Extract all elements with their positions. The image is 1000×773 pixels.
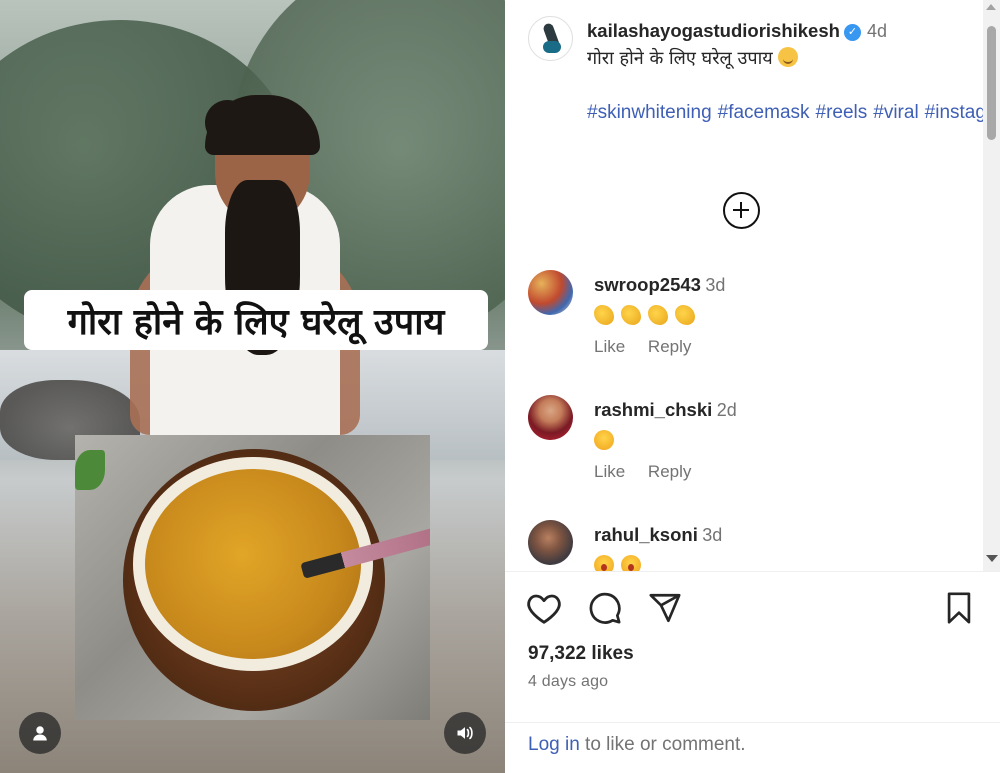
- post-media[interactable]: गोरा होने के लिए घरेलू उपाय: [0, 0, 505, 773]
- speaker-icon: [457, 726, 473, 740]
- post-caption-text: गोरा होने के लिए घरेलू उपाय: [587, 48, 773, 69]
- paper-plane-icon: [649, 593, 681, 623]
- comment-text: [594, 305, 702, 330]
- post-details-panel: kailashayogastudiorishikesh ✓ 4d गोरा होने…: [505, 0, 1000, 773]
- laughing-face-icon: [594, 430, 614, 450]
- clapping-hands-icon: [675, 305, 695, 325]
- clapping-hands-icon: [648, 305, 668, 325]
- verified-badge-icon: ✓: [843, 24, 861, 41]
- user-icon: [33, 726, 47, 741]
- comment-time[interactable]: 3d: [702, 525, 722, 545]
- comment-text: [594, 430, 621, 455]
- clapping-hands-icon: [621, 305, 641, 325]
- commenter-username[interactable]: rahul_ksoni: [594, 524, 698, 545]
- section-divider: [505, 571, 1000, 572]
- comment-like-button[interactable]: Like: [594, 337, 625, 356]
- tagged-users-button[interactable]: [19, 712, 61, 754]
- hashtag-link[interactable]: #facemask: [718, 102, 810, 123]
- comment-item: rahul_ksoni 3d: [505, 520, 975, 571]
- login-link[interactable]: Log in: [528, 734, 580, 755]
- yogi-figure: [120, 95, 370, 455]
- post-date[interactable]: 4 days ago: [528, 673, 608, 691]
- comment-header: rashmi_chski 2d: [594, 399, 737, 421]
- login-prompt: Log in to like or comment.: [528, 734, 746, 756]
- load-more-comments-button[interactable]: [723, 192, 760, 229]
- speech-bubble-icon: [589, 592, 621, 624]
- comment-reply-button[interactable]: Reply: [648, 462, 691, 481]
- comments-scrollbar[interactable]: [983, 0, 1000, 571]
- hashtag-link[interactable]: #viral: [873, 102, 918, 123]
- comment-item: rashmi_chski 2d Like Reply: [505, 395, 975, 515]
- author-avatar[interactable]: [528, 16, 573, 61]
- scrollbar-thumb[interactable]: [987, 26, 996, 140]
- post-action-bar: [505, 588, 1000, 633]
- like-button[interactable]: [524, 588, 564, 628]
- comment-like-button[interactable]: Like: [594, 462, 625, 481]
- face-mask-bowl-image: [75, 435, 430, 720]
- comment-reply-button[interactable]: Reply: [648, 337, 691, 356]
- comment-header: rahul_ksoni 3d: [594, 524, 722, 546]
- comment-text: [594, 555, 648, 571]
- author-username[interactable]: kailashayogastudiorishikesh: [587, 20, 840, 41]
- hashtag-link[interactable]: #reels: [816, 102, 868, 123]
- audio-toggle-button[interactable]: [444, 712, 486, 754]
- clapping-hands-icon: [594, 305, 614, 325]
- post-time[interactable]: 4d: [867, 21, 887, 41]
- commenter-avatar[interactable]: [528, 520, 573, 565]
- commenter-username[interactable]: swroop2543: [594, 274, 701, 295]
- comment-item: swroop2543 3d Like Reply: [505, 270, 975, 390]
- comment-actions: Like Reply: [594, 337, 709, 357]
- post-caption: गोरा होने के लिए घरेलू उपाय: [587, 46, 799, 70]
- heart-icon: [527, 594, 561, 624]
- scroll-up-arrow-icon[interactable]: [986, 4, 996, 10]
- comment-button[interactable]: [585, 588, 625, 628]
- video-caption-text: गोरा होने के लिए घरेलू उपाय: [67, 301, 445, 343]
- video-caption-overlay: गोरा होने के लिए घरेलू उपाय: [24, 290, 488, 350]
- likes-count[interactable]: 97,322 likes: [528, 643, 634, 665]
- hashtag-link[interactable]: #skinwhitening: [587, 102, 712, 123]
- astonished-face-icon: [594, 555, 614, 571]
- comments-scroll-area[interactable]: kailashayogastudiorishikesh ✓ 4d गोरा होने…: [505, 0, 1000, 571]
- share-button[interactable]: [645, 588, 685, 628]
- comment-actions: Like Reply: [594, 462, 709, 482]
- comment-time[interactable]: 2d: [717, 400, 737, 420]
- comment-header: swroop2543 3d: [594, 274, 725, 296]
- commenter-avatar[interactable]: [528, 395, 573, 440]
- post-author-header: kailashayogastudiorishikesh ✓ 4d: [587, 20, 887, 42]
- login-prompt-text: to like or comment.: [579, 734, 746, 755]
- smiling-face-icon: [778, 47, 799, 67]
- scroll-down-arrow-icon[interactable]: [986, 555, 998, 562]
- commenter-username[interactable]: rashmi_chski: [594, 399, 712, 420]
- comment-time[interactable]: 3d: [705, 275, 725, 295]
- astonished-face-icon: [621, 555, 641, 571]
- login-divider: [505, 722, 1000, 723]
- hashtag-list: #skinwhitening #facemask #reels #viral #inst…: [587, 99, 1000, 126]
- save-button[interactable]: [939, 588, 979, 628]
- commenter-avatar[interactable]: [528, 270, 573, 315]
- bookmark-icon: [947, 592, 971, 624]
